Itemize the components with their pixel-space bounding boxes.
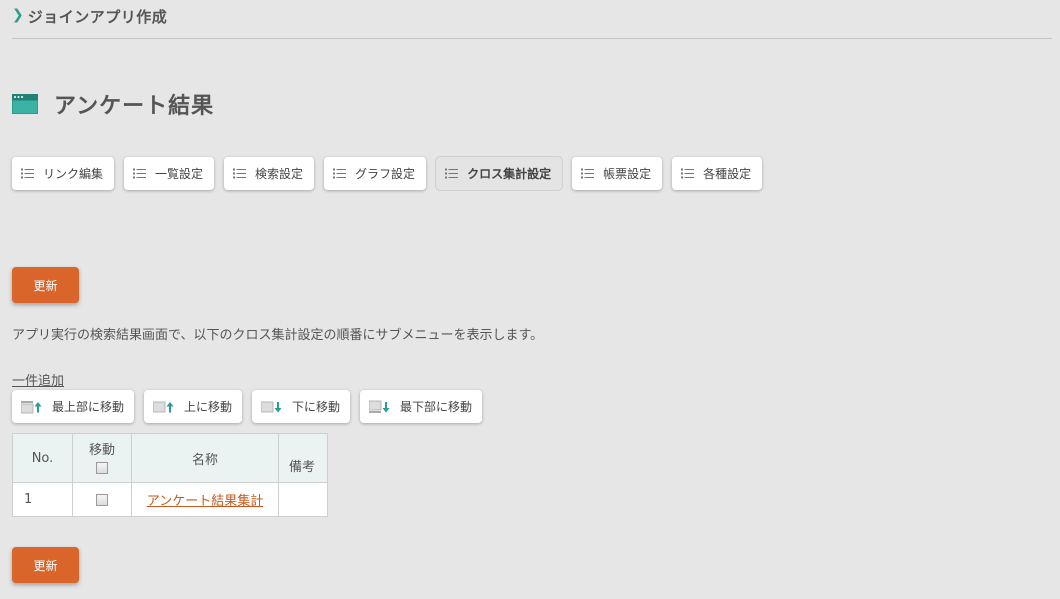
row-name-cell: アンケート結果集計 (131, 482, 279, 517)
move-bottom-icon (369, 400, 390, 413)
move-up-icon (153, 401, 174, 412)
tab-form-settings[interactable]: 帳票設定 (572, 157, 663, 190)
row-checkbox[interactable] (96, 493, 108, 506)
tab-label: クロス集計設定 (467, 167, 552, 181)
tab-label: リンク編集 (43, 167, 104, 181)
settings-tabs: リンク編集 一覧設定 検索設定 グラフ設定 クロス集計設定 帳票設定 各種設定 (12, 157, 772, 190)
list-icon (333, 168, 347, 179)
breadcrumb-label: ジョインアプリ作成 (27, 8, 168, 26)
chevron-right-icon: ❯ (12, 7, 24, 23)
breadcrumb: ❯ ジョインアプリ作成 (12, 6, 1052, 39)
tab-list-settings[interactable]: 一覧設定 (124, 157, 215, 190)
tab-misc-settings[interactable]: 各種設定 (672, 157, 763, 190)
window-icon (12, 94, 38, 114)
move-down-icon (261, 401, 282, 412)
tab-search-settings[interactable]: 検索設定 (224, 157, 315, 190)
row-move-cell (72, 482, 132, 517)
header-name: 名称 (131, 433, 279, 483)
page-title-text: アンケート結果 (54, 94, 215, 119)
page-title: アンケート結果 (12, 88, 214, 120)
tab-label: 検索設定 (255, 167, 304, 181)
description-text: アプリ実行の検索結果画面で、以下のクロス集計設定の順番にサブメニューを表示します… (12, 328, 544, 343)
tab-label: 一覧設定 (155, 167, 204, 181)
move-button-label: 下に移動 (292, 400, 341, 414)
list-icon (21, 168, 34, 179)
list-icon (233, 168, 247, 179)
header-move: 移動 (72, 433, 132, 483)
list-icon (681, 168, 695, 179)
move-down-button[interactable]: 下に移動 (252, 390, 351, 423)
move-button-label: 最上部に移動 (52, 400, 125, 414)
table-header-row: No. 移動 名称 備考 (12, 433, 328, 483)
move-up-button[interactable]: 上に移動 (144, 390, 243, 423)
list-icon (581, 168, 595, 179)
header-note: 備考 (278, 433, 328, 483)
list-icon (445, 168, 459, 179)
table-row: 1 アンケート結果集計 (12, 482, 328, 517)
list-icon (133, 168, 147, 179)
tab-label: 帳票設定 (603, 167, 652, 181)
header-move-label: 移動 (88, 442, 115, 458)
move-button-group: 最上部に移動 上に移動 下に移動 最下部に移動 (12, 390, 492, 423)
move-button-label: 上に移動 (184, 400, 233, 414)
tab-label: グラフ設定 (355, 167, 416, 181)
tab-cross-tab-settings[interactable]: クロス集計設定 (436, 157, 563, 190)
move-button-label: 最下部に移動 (400, 400, 473, 414)
row-note (278, 482, 328, 517)
crosstab-table: No. 移動 名称 備考 1 アンケート結果集計 (12, 433, 328, 517)
select-all-checkbox[interactable] (96, 461, 108, 474)
move-top-icon (21, 400, 42, 413)
header-no: No. (12, 433, 73, 483)
add-item-link[interactable]: 一件追加 (12, 370, 64, 389)
move-to-top-button[interactable]: 最上部に移動 (12, 390, 135, 423)
tab-label: 各種設定 (703, 167, 752, 181)
row-name-link[interactable]: アンケート結果集計 (147, 494, 263, 509)
update-button-bottom[interactable]: 更新 (12, 547, 79, 583)
tab-link-edit[interactable]: リンク編集 (12, 157, 115, 190)
row-no: 1 (12, 482, 73, 517)
update-button-top[interactable]: 更新 (12, 267, 79, 303)
move-to-bottom-button[interactable]: 最下部に移動 (360, 390, 483, 423)
tab-graph-settings[interactable]: グラフ設定 (324, 157, 427, 190)
